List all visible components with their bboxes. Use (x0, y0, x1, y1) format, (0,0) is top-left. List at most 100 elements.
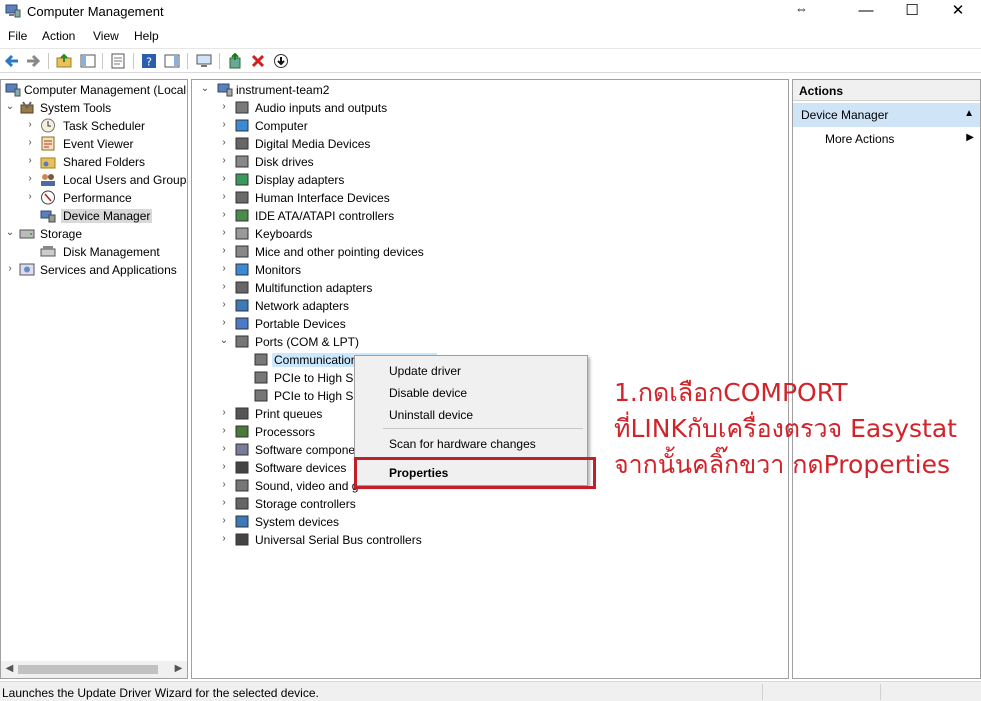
tree-item-computer-management[interactable]: Computer Management (Local (3, 81, 187, 99)
back-arrow-icon[interactable] (4, 53, 20, 69)
maximize-button[interactable]: ☐ (889, 0, 935, 24)
device-row-category-7[interactable]: › Keyboards (192, 225, 612, 243)
chevron-right-icon[interactable]: › (25, 137, 35, 148)
tree-item-disk-management[interactable]: Disk Management (25, 243, 185, 261)
device-row-category-after-5[interactable]: › Storage controllers (192, 495, 612, 513)
chevron-right-icon[interactable]: › (219, 497, 229, 508)
up-folder-icon[interactable] (56, 53, 72, 69)
device-manager-icon (40, 210, 56, 223)
device-row-category-2[interactable]: › Digital Media Devices (192, 135, 612, 153)
device-row-category-12[interactable]: › Portable Devices (192, 315, 612, 333)
usb-icon (235, 533, 249, 546)
menu-help[interactable]: Help (134, 29, 159, 43)
chevron-right-icon[interactable]: › (219, 461, 229, 472)
show-hide-tree-icon[interactable] (80, 53, 96, 69)
action-pane-icon[interactable] (164, 53, 180, 69)
menu-uninstall-device[interactable]: Uninstall device (389, 408, 473, 422)
chevron-right-icon[interactable]: › (219, 101, 229, 112)
chevron-right-icon[interactable]: › (25, 173, 35, 184)
chevron-right-icon[interactable]: › (219, 155, 229, 166)
scroll-left-icon[interactable]: ◀ (2, 663, 17, 674)
uninstall-icon[interactable] (250, 53, 266, 69)
console-tree-pane[interactable]: Computer Management (Local ⌄ System Tool… (0, 79, 188, 679)
chevron-right-icon[interactable]: › (219, 317, 229, 328)
chevron-right-icon[interactable]: › (219, 281, 229, 292)
tree-item-services-applications[interactable]: › Services and Applications (5, 261, 187, 279)
chevron-right-icon[interactable]: › (219, 479, 229, 490)
device-row-category-3[interactable]: › Disk drives (192, 153, 612, 171)
device-row-category-13[interactable]: ⌄ Ports (COM & LPT) (192, 333, 612, 351)
chevron-right-icon[interactable]: › (219, 263, 229, 274)
chevron-right-icon[interactable]: › (219, 191, 229, 202)
device-row-category-8[interactable]: › Mice and other pointing devices (192, 243, 612, 261)
chevron-right-icon[interactable]: › (25, 119, 35, 130)
device-row-category-9[interactable]: › Monitors (192, 261, 612, 279)
menu-action[interactable]: Action (42, 29, 75, 43)
device-row-category-4[interactable]: › Display adapters (192, 171, 612, 189)
device-row-category-after-6[interactable]: › System devices (192, 513, 612, 531)
device-label: Ports (COM & LPT) (255, 335, 360, 349)
device-row-category-1[interactable]: › Computer (192, 117, 612, 135)
minimize-button[interactable]: — (843, 0, 889, 24)
tree-item-local-users[interactable]: › Local Users and Groups (25, 171, 187, 189)
chevron-right-icon[interactable]: › (219, 407, 229, 418)
tree-item-event-viewer[interactable]: › Event Viewer (25, 135, 185, 153)
chevron-right-icon[interactable]: › (219, 227, 229, 238)
menu-update-driver[interactable]: Update driver (389, 364, 461, 378)
menu-file[interactable]: File (8, 29, 27, 43)
device-label: Disk drives (255, 155, 314, 169)
tree-item-device-manager[interactable]: Device Manager (25, 207, 185, 225)
tree-item-storage[interactable]: ⌄ Storage (5, 225, 185, 243)
device-label: Software compone (255, 443, 356, 457)
annotation-line-1: 1.กดเลือกCOMPORT (614, 378, 848, 407)
help-icon[interactable]: ? (141, 53, 157, 69)
device-row-category-10[interactable]: › Multifunction adapters (192, 279, 612, 297)
device-label: System devices (255, 515, 340, 529)
chevron-right-icon[interactable]: › (25, 191, 35, 202)
chevron-right-icon[interactable]: › (219, 425, 229, 436)
chevron-down-icon[interactable]: ⌄ (219, 335, 229, 346)
monitor-icon[interactable] (196, 53, 212, 69)
chevron-right-icon[interactable]: › (25, 155, 35, 166)
chevron-right-icon[interactable]: › (5, 263, 15, 274)
device-row-category-5[interactable]: › Human Interface Devices (192, 189, 612, 207)
chevron-right-icon[interactable]: › (219, 515, 229, 526)
submenu-arrow-icon[interactable]: ▶ (966, 132, 974, 143)
menu-scan-hardware[interactable]: Scan for hardware changes (389, 437, 536, 451)
device-row-category-11[interactable]: › Network adapters (192, 297, 612, 315)
chevron-right-icon[interactable]: › (219, 245, 229, 256)
device-row-category-0[interactable]: › Audio inputs and outputs (192, 99, 612, 117)
menu-view[interactable]: View (93, 29, 119, 43)
close-button[interactable]: ✕ (935, 0, 981, 24)
tree-item-task-scheduler[interactable]: › Task Scheduler (25, 117, 185, 135)
chevron-right-icon[interactable]: › (219, 443, 229, 454)
collapse-up-icon[interactable]: ▲ (964, 108, 974, 119)
horizontal-scrollbar[interactable]: ◀ ▶ (1, 661, 187, 678)
device-row-category-6[interactable]: › IDE ATA/ATAPI controllers (192, 207, 612, 225)
device-row-category-after-7[interactable]: › Universal Serial Bus controllers (192, 531, 612, 549)
chevron-right-icon[interactable]: › (219, 173, 229, 184)
chevron-down-icon[interactable]: ⌄ (5, 227, 15, 238)
tree-item-performance[interactable]: › Performance (25, 189, 185, 207)
forward-arrow-icon[interactable] (25, 53, 41, 69)
tree-item-system-tools[interactable]: ⌄ System Tools (5, 99, 185, 117)
chevron-right-icon[interactable]: › (219, 299, 229, 310)
update-driver-icon[interactable] (227, 53, 243, 69)
scroll-right-icon[interactable]: ▶ (171, 663, 186, 674)
actions-section-device-manager[interactable]: Device Manager ▲ (793, 103, 980, 127)
chevron-right-icon[interactable]: › (219, 209, 229, 220)
device-tree-root[interactable]: ⌄ instrument-team2 (200, 81, 400, 99)
chevron-right-icon[interactable]: › (219, 137, 229, 148)
chevron-down-icon[interactable]: ⌄ (5, 101, 15, 112)
chevron-right-icon[interactable]: › (219, 533, 229, 544)
scrollbar-thumb[interactable] (18, 665, 158, 674)
actions-header: Actions (793, 80, 980, 101)
more-actions-link[interactable]: More Actions (825, 132, 894, 146)
menu-disable-device[interactable]: Disable device (389, 386, 467, 400)
chevron-down-icon[interactable]: ⌄ (200, 83, 210, 94)
device-label: Keyboards (255, 227, 313, 241)
tree-item-shared-folders[interactable]: › Shared Folders (25, 153, 185, 171)
disable-icon[interactable] (273, 53, 289, 69)
properties-icon[interactable] (110, 53, 126, 69)
chevron-right-icon[interactable]: › (219, 119, 229, 130)
